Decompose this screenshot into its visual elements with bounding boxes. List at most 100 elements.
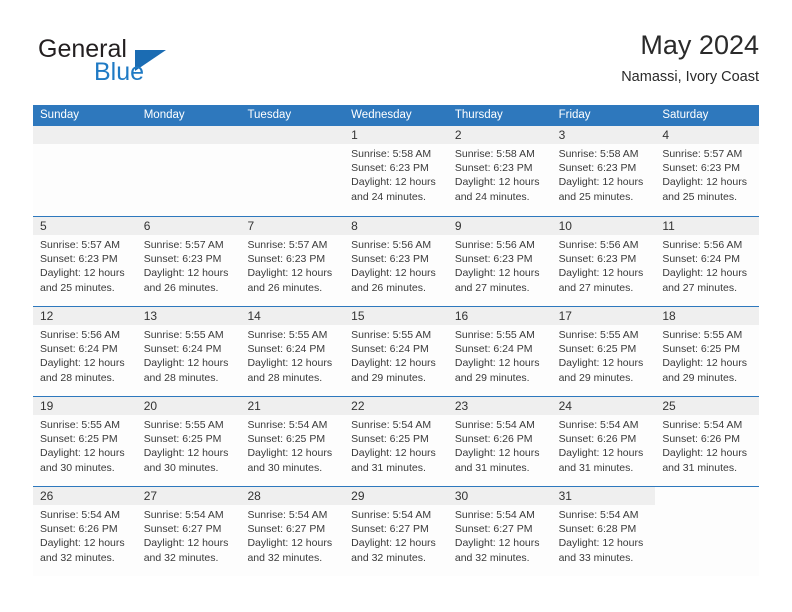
calendar-weeks: 1 Sunrise: 5:58 AM Sunset: 6:23 PM Daylight… xyxy=(33,126,760,576)
day-detail-line: and 25 minutes. xyxy=(40,281,115,294)
day-cell-3[interactable]: 3 Sunrise: 5:58 AM Sunset: 6:23 PM Daylight… xyxy=(551,126,656,216)
day-number-band: 19 xyxy=(33,397,137,415)
day-number-band: 12 xyxy=(33,307,137,325)
day-number: 21 xyxy=(247,399,261,413)
day-detail-line: Daylight: 12 hours xyxy=(454,267,540,280)
day-cell-14[interactable]: 14 Sunrise: 5:55 AM Sunset: 6:24 PM Dayligh… xyxy=(240,307,345,396)
day-number-band: 24 xyxy=(551,397,656,415)
day-detail-line: Daylight: 12 hours xyxy=(247,537,333,550)
title-block: May 2024 Namassi, Ivory Coast xyxy=(621,28,759,86)
day-number-band: 30 xyxy=(447,487,552,505)
day-detail-line: Daylight: 12 hours xyxy=(662,357,747,370)
weekday-header-row: Sunday Monday Tuesday Wednesday Thursday Frid… xyxy=(33,105,759,126)
day-detail-line: Sunset: 6:24 PM xyxy=(40,343,118,356)
day-detail-line: Sunset: 6:24 PM xyxy=(247,343,326,356)
day-detail-line: Sunset: 6:23 PM xyxy=(143,253,222,266)
day-cell-18[interactable]: 18 Sunrise: 5:55 AM Sunset: 6:25 PM Dayligh… xyxy=(655,307,760,396)
day-cell-empty xyxy=(240,126,345,216)
calendar-week-row: 26 Sunrise: 5:54 AM Sunset: 6:26 PM Dayligh… xyxy=(33,486,760,576)
day-cell-10[interactable]: 10 Sunrise: 5:56 AM Sunset: 6:23 PM Dayligh… xyxy=(551,217,656,306)
day-detail-line: and 30 minutes. xyxy=(247,461,323,474)
day-detail-line: Sunrise: 5:55 AM xyxy=(247,329,328,341)
day-number: 17 xyxy=(558,309,572,323)
day-number-band: 2 xyxy=(447,126,552,144)
day-details: Sunrise: 5:58 AM Sunset: 6:23 PM Daylight:… xyxy=(448,144,552,204)
day-cell-28[interactable]: 28 Sunrise: 5:54 AM Sunset: 6:27 PM Dayligh… xyxy=(240,487,345,576)
day-cell-7[interactable]: 7 Sunrise: 5:57 AM Sunset: 6:23 PM Daylight… xyxy=(240,217,345,306)
day-number: 19 xyxy=(40,399,54,413)
day-cell-15[interactable]: 15 Sunrise: 5:55 AM Sunset: 6:24 PM Dayligh… xyxy=(344,307,448,396)
day-cell-13[interactable]: 13 Sunrise: 5:55 AM Sunset: 6:24 PM Dayligh… xyxy=(136,307,241,396)
day-cell-17[interactable]: 17 Sunrise: 5:55 AM Sunset: 6:25 PM Dayligh… xyxy=(551,307,656,396)
day-cell-2[interactable]: 2 Sunrise: 5:58 AM Sunset: 6:23 PM Daylight… xyxy=(447,126,552,216)
day-cell-16[interactable]: 16 Sunrise: 5:55 AM Sunset: 6:24 PM Dayligh… xyxy=(447,307,552,396)
day-details: Sunrise: 5:54 AM Sunset: 6:27 PM Daylight:… xyxy=(137,505,241,565)
day-detail-line: Daylight: 12 hours xyxy=(662,176,747,189)
day-number-band: 17 xyxy=(551,307,656,325)
day-detail-line: Sunrise: 5:56 AM xyxy=(558,239,639,251)
day-cell-29[interactable]: 29 Sunrise: 5:54 AM Sunset: 6:27 PM Dayligh… xyxy=(344,487,448,576)
day-detail-line: and 33 minutes. xyxy=(558,551,634,564)
day-cell-9[interactable]: 9 Sunrise: 5:56 AM Sunset: 6:23 PM Daylight… xyxy=(447,217,552,306)
day-detail-line: and 26 minutes. xyxy=(247,281,323,294)
day-cell-8[interactable]: 8 Sunrise: 5:56 AM Sunset: 6:23 PM Daylight… xyxy=(344,217,448,306)
day-detail-line: Daylight: 12 hours xyxy=(351,267,436,280)
day-cell-24[interactable]: 24 Sunrise: 5:54 AM Sunset: 6:26 PM Dayligh… xyxy=(551,397,656,486)
day-detail-line: Daylight: 12 hours xyxy=(558,537,644,550)
day-detail-line: Sunset: 6:27 PM xyxy=(143,523,222,536)
day-cell-empty xyxy=(655,487,760,576)
day-cell-30[interactable]: 30 Sunrise: 5:54 AM Sunset: 6:27 PM Dayligh… xyxy=(447,487,552,576)
day-detail-line: Daylight: 12 hours xyxy=(247,447,333,460)
day-number: 1 xyxy=(351,128,358,142)
day-detail-line: Sunrise: 5:57 AM xyxy=(247,239,328,251)
day-cell-21[interactable]: 21 Sunrise: 5:54 AM Sunset: 6:25 PM Dayligh… xyxy=(240,397,345,486)
day-number-band: 7 xyxy=(240,217,345,235)
day-details: Sunrise: 5:54 AM Sunset: 6:28 PM Daylight:… xyxy=(552,505,656,565)
day-number: 24 xyxy=(558,399,572,413)
day-cell-1[interactable]: 1 Sunrise: 5:58 AM Sunset: 6:23 PM Daylight… xyxy=(344,126,448,216)
day-detail-line: Daylight: 12 hours xyxy=(351,176,436,189)
day-cell-23[interactable]: 23 Sunrise: 5:54 AM Sunset: 6:26 PM Dayligh… xyxy=(447,397,552,486)
day-number-band: 28 xyxy=(240,487,345,505)
day-detail-line: Sunset: 6:24 PM xyxy=(454,343,533,356)
day-detail-line: Daylight: 12 hours xyxy=(143,357,229,370)
day-detail-line: Sunrise: 5:56 AM xyxy=(454,239,535,251)
day-cell-20[interactable]: 20 Sunrise: 5:55 AM Sunset: 6:25 PM Dayligh… xyxy=(136,397,241,486)
day-cell-25[interactable]: 25 Sunrise: 5:54 AM Sunset: 6:26 PM Dayligh… xyxy=(655,397,760,486)
day-number-band: 8 xyxy=(344,217,448,235)
day-details: Sunrise: 5:54 AM Sunset: 6:26 PM Daylight:… xyxy=(33,505,137,565)
day-detail-line: Sunrise: 5:56 AM xyxy=(351,239,432,251)
day-cell-31[interactable]: 31 Sunrise: 5:54 AM Sunset: 6:28 PM Dayligh… xyxy=(551,487,656,576)
calendar-week-row: 5 Sunrise: 5:57 AM Sunset: 6:23 PM Daylight… xyxy=(33,216,760,306)
day-number: 9 xyxy=(454,219,462,233)
day-detail-line: Sunrise: 5:54 AM xyxy=(558,509,639,521)
general-blue-logo[interactable]: General Blue xyxy=(38,36,258,92)
day-detail-line: Sunset: 6:23 PM xyxy=(351,253,429,266)
day-details: Sunrise: 5:54 AM Sunset: 6:25 PM Daylight:… xyxy=(240,415,344,475)
day-detail-line: Daylight: 12 hours xyxy=(247,267,333,280)
day-cell-22[interactable]: 22 Sunrise: 5:54 AM Sunset: 6:25 PM Dayligh… xyxy=(344,397,448,486)
day-cell-12[interactable]: 12 Sunrise: 5:56 AM Sunset: 6:24 PM Dayligh… xyxy=(33,307,137,396)
day-detail-line: Daylight: 12 hours xyxy=(558,447,644,460)
day-cell-6[interactable]: 6 Sunrise: 5:57 AM Sunset: 6:23 PM Daylight… xyxy=(136,217,241,306)
day-detail-line: Sunset: 6:24 PM xyxy=(351,343,429,356)
day-cell-26[interactable]: 26 Sunrise: 5:54 AM Sunset: 6:26 PM Dayligh… xyxy=(33,487,137,576)
day-number-band: 31 xyxy=(551,487,656,505)
day-cell-27[interactable]: 27 Sunrise: 5:54 AM Sunset: 6:27 PM Dayligh… xyxy=(136,487,241,576)
day-detail-line: Daylight: 12 hours xyxy=(558,267,644,280)
day-cell-5[interactable]: 5 Sunrise: 5:57 AM Sunset: 6:23 PM Daylight… xyxy=(33,217,137,306)
day-details: Sunrise: 5:56 AM Sunset: 6:24 PM Daylight:… xyxy=(655,235,759,295)
day-cell-11[interactable]: 11 Sunrise: 5:56 AM Sunset: 6:24 PM Dayligh… xyxy=(655,217,760,306)
day-cell-4[interactable]: 4 Sunrise: 5:57 AM Sunset: 6:23 PM Daylight… xyxy=(655,126,760,216)
day-detail-line: Daylight: 12 hours xyxy=(40,447,125,460)
day-details: Sunrise: 5:54 AM Sunset: 6:26 PM Daylight:… xyxy=(552,415,656,475)
day-detail-line: Sunset: 6:25 PM xyxy=(40,433,118,446)
day-detail-line: Sunrise: 5:54 AM xyxy=(247,509,328,521)
day-cell-19[interactable]: 19 Sunrise: 5:55 AM Sunset: 6:25 PM Dayligh… xyxy=(33,397,137,486)
day-details: Sunrise: 5:55 AM Sunset: 6:25 PM Daylight:… xyxy=(552,325,656,385)
day-number: 14 xyxy=(247,309,261,323)
day-number: 29 xyxy=(351,489,365,503)
day-detail-line: and 31 minutes. xyxy=(558,461,634,474)
day-detail-line: and 27 minutes. xyxy=(662,281,738,294)
day-detail-line: Daylight: 12 hours xyxy=(454,357,540,370)
